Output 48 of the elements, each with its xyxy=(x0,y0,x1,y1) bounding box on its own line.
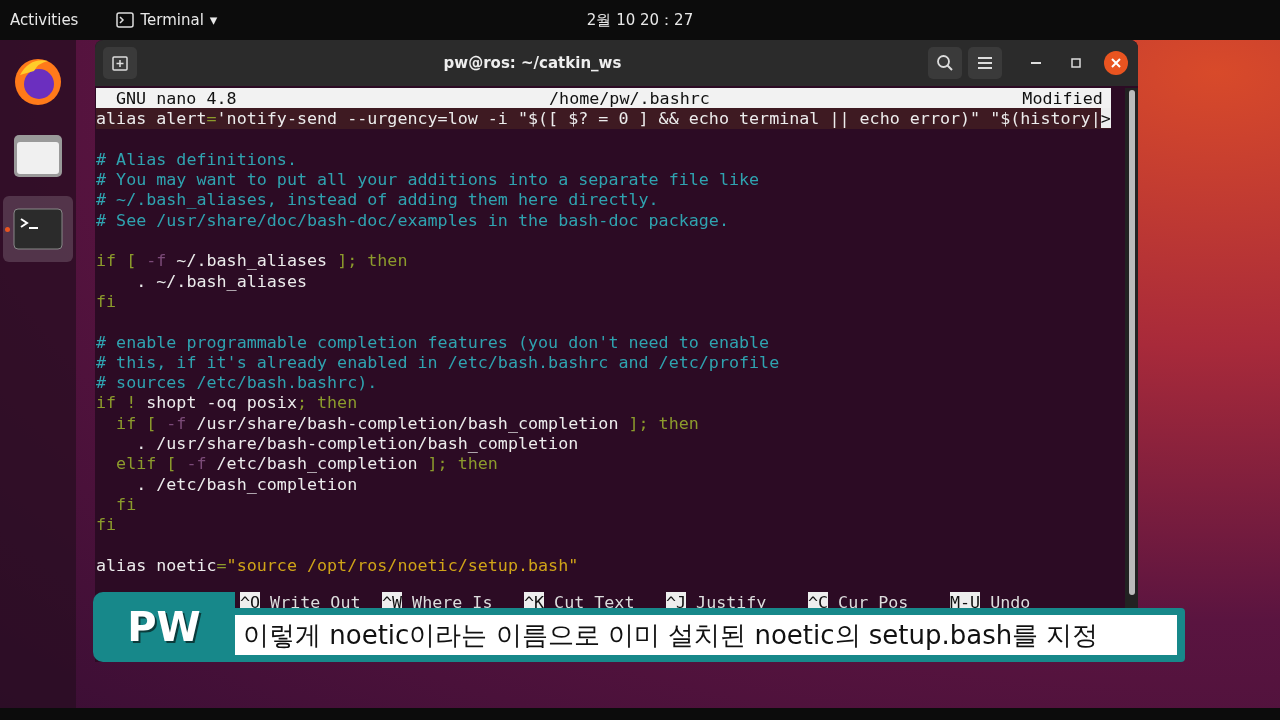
terminal-icon xyxy=(116,12,135,28)
code-line: # sources /etc/bash.bashrc). xyxy=(96,372,379,393)
shortcut-label: Write Out xyxy=(270,592,361,613)
code-line: alias noetic="source /opt/ros/noetic/setup.bash" xyxy=(96,554,580,576)
code-line: # You may want to put all your additions into a separate file like xyxy=(96,169,761,190)
code-line: . ~/.bash_aliases xyxy=(135,270,308,291)
running-dot xyxy=(5,227,10,232)
code-line: if ! shopt -oq posix; then xyxy=(96,392,359,413)
close-button[interactable] xyxy=(1104,51,1128,75)
clock[interactable]: 2월 10 20：27 xyxy=(586,10,694,30)
activities-button[interactable]: Activities xyxy=(0,11,89,29)
code-line: # this, if it's already enabled in /etc/bash.bashrc and /etc/profile xyxy=(96,351,781,373)
code-line: fi xyxy=(96,290,118,312)
modified-status: Modified xyxy=(1022,88,1103,109)
new-tab-icon xyxy=(111,54,129,72)
scrollbar-thumb[interactable] xyxy=(1128,90,1135,595)
search-icon xyxy=(936,54,954,72)
code-line: # ~/.bash_aliases, instead of adding them here directly. xyxy=(96,189,660,210)
code-line: . /usr/share/bash-completion/bash_completion xyxy=(135,433,580,454)
code-line: # Alias definitions. xyxy=(96,148,298,170)
shortcut-label: Where Is xyxy=(412,592,493,613)
code-line: fi xyxy=(96,514,118,535)
new-tab-button[interactable] xyxy=(103,47,137,79)
shortcut-label: Cur Pos xyxy=(838,592,909,613)
shortcut-label: Cut Text xyxy=(554,592,635,613)
code-line: fi xyxy=(115,493,138,515)
subtitle-text: 이렇게 noetic이라는 이름으로 이미 설치된 noetic의 setup.bash를 지정 xyxy=(235,615,1177,655)
editor-version: GNU nano 4.8 xyxy=(116,88,237,109)
code-line: # enable programmable completion features (you don't need to enable xyxy=(96,331,771,352)
close-icon xyxy=(1111,58,1121,68)
maximize-icon xyxy=(1071,58,1081,68)
code-line: # See /usr/share/doc/bash-doc/examples in the bash-doc package. xyxy=(96,209,730,231)
file-path: /home/pw/.bashrc xyxy=(549,88,710,108)
search-button[interactable] xyxy=(928,47,962,79)
code-line: elif [ -f /etc/bash_completion ]; then xyxy=(115,453,499,474)
folder-icon xyxy=(13,132,63,178)
window-title: pw@ros: ~/catkin_ws xyxy=(443,54,622,72)
shortcut-label: Undo xyxy=(990,592,1031,613)
code-line: . /etc/bash_completion xyxy=(135,473,359,494)
minimize-icon xyxy=(1031,61,1041,65)
code-line: if [ -f /usr/share/bash-completion/bash_completion ]; then xyxy=(115,412,700,434)
menu-button[interactable] xyxy=(968,47,1002,79)
menu-icon xyxy=(978,57,992,69)
code-line: if [ -f ~/.bash_aliases ]; then xyxy=(96,250,409,271)
channel-label: PW xyxy=(127,604,201,650)
app-menu[interactable]: Terminal ▾ xyxy=(116,11,218,29)
shortcut-label: Justify xyxy=(696,592,767,613)
terminal-icon xyxy=(13,208,63,250)
